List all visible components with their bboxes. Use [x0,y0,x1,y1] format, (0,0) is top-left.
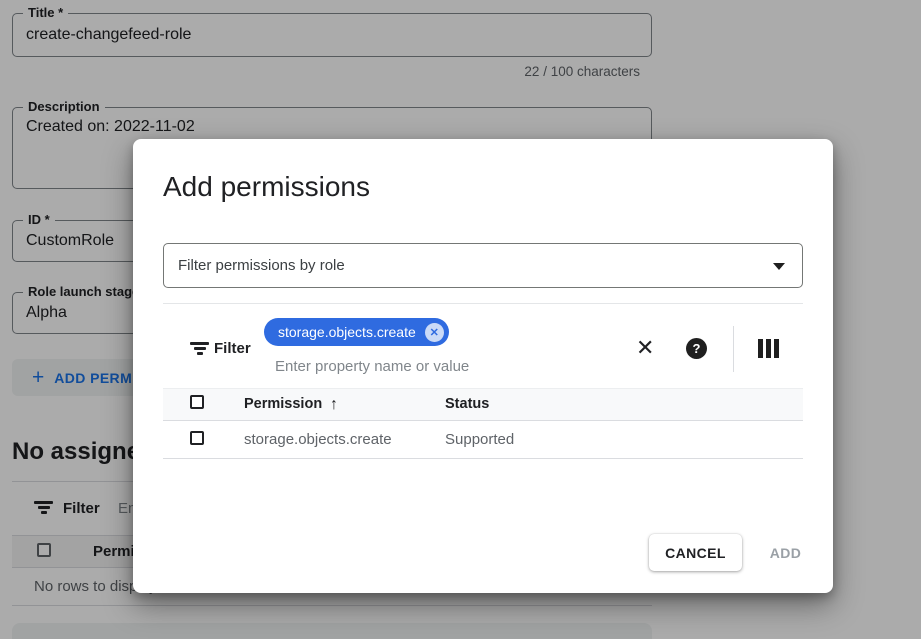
add-button[interactable]: ADD [758,534,813,571]
row-checkbox[interactable] [190,431,204,445]
dialog-title: Add permissions [163,171,370,203]
cancel-button[interactable]: CANCEL [649,534,742,571]
chevron-down-icon [773,263,785,270]
help-icon[interactable]: ? [686,338,707,359]
permissions-table-header: Permission ↑ Status [163,388,803,421]
table-row[interactable]: storage.objects.create Supported [163,422,803,459]
filter-label: Filter [214,340,251,357]
role-select-placeholder: Filter permissions by role [178,244,345,287]
column-display-options-icon[interactable] [758,339,779,358]
filter-icon [190,342,209,356]
divider [733,326,734,372]
permission-column-header[interactable]: Permission [244,389,322,420]
permission-cell: storage.objects.create [244,422,392,458]
divider [163,303,803,304]
add-permissions-dialog: Add permissions Filter permissions by ro… [133,139,833,593]
status-column-header[interactable]: Status [445,389,489,420]
filter-chip[interactable]: storage.objects.create ✕ [264,318,449,346]
select-all-checkbox[interactable] [190,395,204,409]
sort-ascending-icon[interactable]: ↑ [330,389,338,420]
screen: Title * create-changefeed-role 22 / 100 … [0,0,921,639]
status-cell: Supported [445,422,514,458]
chip-remove-icon[interactable]: ✕ [425,323,444,342]
clear-filter-icon[interactable]: ✕ [636,335,654,361]
filter-chip-label: storage.objects.create [278,324,416,340]
filter-permissions-by-role-select[interactable]: Filter permissions by role [163,243,803,288]
filter-input[interactable]: Enter property name or value [275,358,469,375]
